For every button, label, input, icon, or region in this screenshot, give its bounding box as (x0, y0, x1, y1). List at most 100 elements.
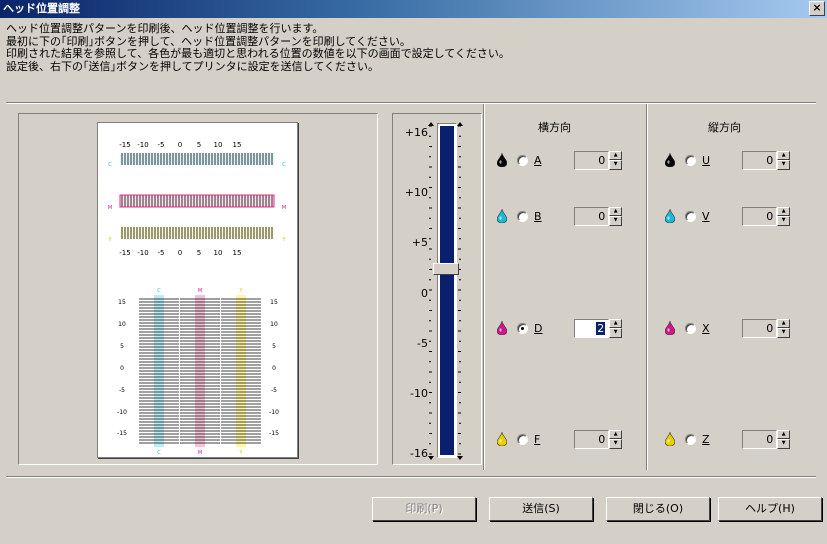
scale-label: +5 (411, 236, 428, 249)
help-button[interactable]: ヘルプ(H) (718, 497, 822, 521)
spin-arrows[interactable]: ▲ ▼ (777, 150, 790, 170)
spin-up-icon[interactable]: ▲ (777, 150, 790, 160)
horizontal-radio-a[interactable] (517, 154, 528, 166)
pattern-label: M (108, 205, 112, 211)
spin-up-icon[interactable]: ▲ (777, 318, 790, 328)
vertical-spinbox-u[interactable]: 0 ▲ ▼ (742, 150, 790, 170)
horizontal-radio-f[interactable] (517, 433, 528, 445)
adjust-slider-track[interactable] (437, 123, 457, 458)
spin-down-icon[interactable]: ▼ (609, 160, 622, 170)
spin-value[interactable]: 0 (574, 150, 610, 170)
spin-value-text: 0 (598, 153, 606, 167)
pattern-label: C (108, 162, 112, 168)
horizontal-radio-b[interactable] (517, 210, 528, 222)
pattern-label: 10 (214, 249, 223, 257)
spin-down-icon[interactable]: ▼ (609, 328, 622, 338)
spin-value[interactable]: 0 (742, 318, 778, 338)
spin-up-icon[interactable]: ▲ (777, 429, 790, 439)
horizontal-spinbox-d[interactable]: 2 ▲ ▼ (574, 318, 622, 338)
slider-fill (440, 126, 454, 455)
spin-arrows[interactable]: ▲ ▼ (609, 206, 622, 226)
pattern-label: 5 (197, 141, 201, 149)
scale-label: 0 (421, 287, 428, 300)
divider (6, 476, 816, 478)
spin-value[interactable]: 0 (742, 206, 778, 226)
spin-down-icon[interactable]: ▼ (777, 328, 790, 338)
pattern-label: Y (238, 288, 243, 294)
spin-up-icon[interactable]: ▲ (777, 206, 790, 216)
vertical-label-x: X (702, 321, 710, 335)
instruction-line: 設定後、右下の｢送信｣ボタンを押してプリンタに設定を送信してください。 (6, 59, 380, 73)
scale-down-arrow-icon (457, 456, 463, 460)
close-window-button[interactable]: × (809, 1, 825, 16)
pattern-label: -15 (269, 430, 279, 437)
pattern-label: 0 (178, 141, 182, 149)
send-button[interactable]: 送信(S) (489, 497, 593, 521)
pattern-label: -5 (271, 387, 277, 394)
pattern-label: -10 (137, 141, 148, 149)
vertical-radio-v[interactable] (685, 210, 696, 222)
vertical-radio-u[interactable] (685, 154, 696, 166)
pattern-label: 0 (272, 365, 276, 372)
pattern-label: M (198, 450, 202, 456)
ink-drop-icon (665, 432, 675, 446)
spin-value-text: 0 (766, 321, 774, 335)
pattern-label: -5 (158, 141, 165, 149)
horizontal-header: 横方向 (538, 121, 571, 134)
pattern-label: 15 (270, 299, 278, 306)
spin-down-icon[interactable]: ▼ (777, 160, 790, 170)
spin-value[interactable]: 0 (742, 150, 778, 170)
vertical-label-z: Z (702, 432, 710, 446)
pattern-label: 0 (178, 249, 182, 257)
vertical-radio-x[interactable] (685, 322, 696, 334)
spin-value-text: 0 (766, 432, 774, 446)
horizontal-spinbox-a[interactable]: 0 ▲ ▼ (574, 150, 622, 170)
spin-value[interactable]: 0 (574, 206, 610, 226)
spin-value[interactable]: 2 (574, 318, 610, 338)
vertical-spinbox-z[interactable]: 0 ▲ ▼ (742, 429, 790, 449)
close-button[interactable]: 閉じる(O) (606, 497, 710, 521)
spin-arrows[interactable]: ▲ ▼ (777, 318, 790, 338)
title-bar: ヘッド位置調整 × (0, 0, 827, 18)
spin-value[interactable]: 0 (742, 429, 778, 449)
adjust-slider-thumb[interactable] (433, 263, 459, 275)
spin-down-icon[interactable]: ▼ (777, 216, 790, 226)
spin-down-icon[interactable]: ▼ (777, 439, 790, 449)
spin-up-icon[interactable]: ▲ (609, 318, 622, 328)
vertical-spinbox-x[interactable]: 0 ▲ ▼ (742, 318, 790, 338)
horizontal-label-d: D (534, 321, 543, 335)
spin-value-text: 0 (598, 209, 606, 223)
ink-drop-icon (497, 321, 507, 335)
pattern-label: M (282, 205, 286, 211)
spin-value-text: 0 (766, 209, 774, 223)
vertical-spinbox-v[interactable]: 0 ▲ ▼ (742, 206, 790, 226)
vertical-row-x: X 0 ▲ ▼ (665, 318, 790, 338)
spin-value[interactable]: 0 (574, 429, 610, 449)
horizontal-spinbox-b[interactable]: 0 ▲ ▼ (574, 206, 622, 226)
print-button[interactable]: 印刷(P) (372, 497, 476, 521)
pattern-label: C (157, 288, 161, 294)
spin-up-icon[interactable]: ▲ (609, 206, 622, 216)
spin-arrows[interactable]: ▲ ▼ (777, 429, 790, 449)
spin-up-icon[interactable]: ▲ (609, 150, 622, 160)
spin-up-icon[interactable]: ▲ (609, 429, 622, 439)
spin-arrows[interactable]: ▲ ▼ (609, 150, 622, 170)
spin-down-icon[interactable]: ▼ (609, 216, 622, 226)
pattern-label: 5 (272, 343, 276, 350)
pattern-label: 5 (197, 249, 201, 257)
vertical-radio-z[interactable] (685, 433, 696, 445)
horizontal-row-a: A 0 ▲ ▼ (497, 150, 622, 170)
spin-arrows[interactable]: ▲ ▼ (777, 206, 790, 226)
pattern-label: -5 (119, 387, 125, 394)
pattern-label: 15 (118, 299, 126, 306)
horizontal-radio-d[interactable] (517, 322, 528, 334)
pattern-label: -10 (117, 409, 127, 416)
ink-drop-icon (665, 153, 675, 167)
spin-arrows[interactable]: ▲ ▼ (609, 318, 622, 338)
horizontal-spinbox-f[interactable]: 0 ▲ ▼ (574, 429, 622, 449)
spin-down-icon[interactable]: ▼ (609, 439, 622, 449)
scale-up-arrow-icon (428, 122, 434, 126)
spin-arrows[interactable]: ▲ ▼ (609, 429, 622, 449)
vertical-row-v: V 0 ▲ ▼ (665, 206, 790, 226)
vertical-label-v: V (702, 209, 710, 223)
